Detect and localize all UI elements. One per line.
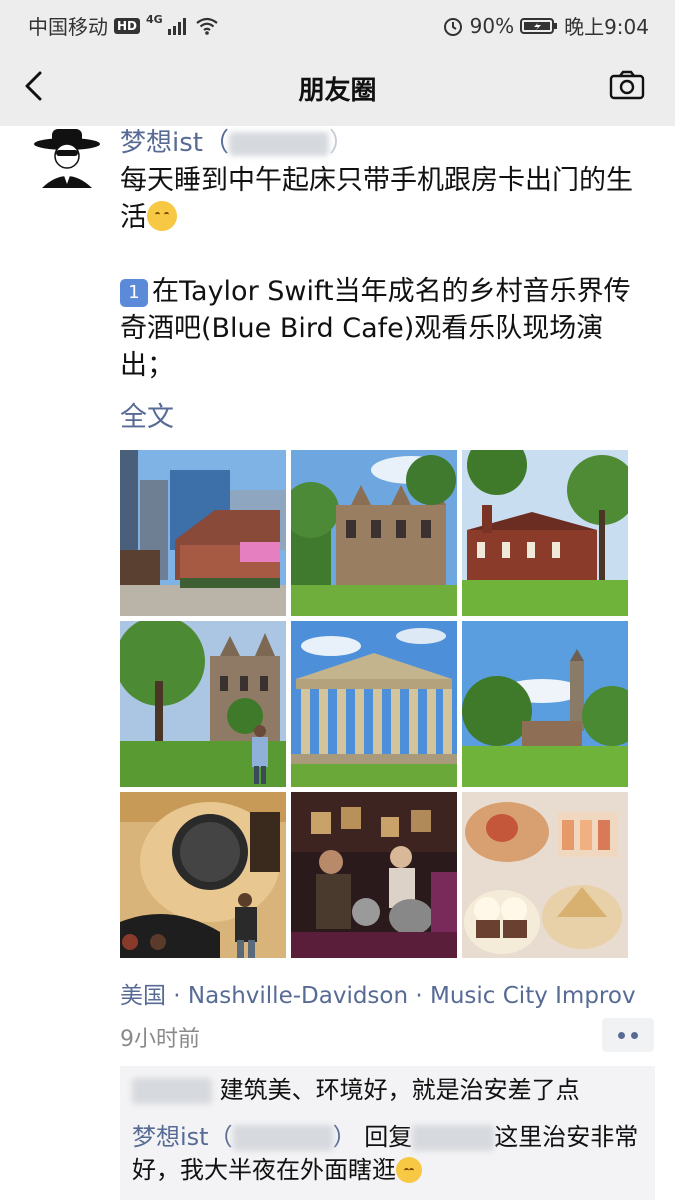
post-text: 每天睡到中午起床只带手机跟房卡出门的生活 1 在Taylor Swift当年成名的… [120, 162, 655, 384]
photo-guitar[interactable] [120, 792, 286, 958]
wifi-icon [196, 17, 218, 35]
photo-campus-tower[interactable] [462, 621, 628, 787]
smile-emoji-icon [147, 201, 177, 231]
battery-icon [520, 17, 558, 34]
reply-word: 回复 [364, 1123, 413, 1151]
clock-time: 晚上9:04 [564, 15, 649, 39]
photo-campus-person[interactable] [120, 621, 286, 787]
reply-author-paren: ） [332, 1123, 357, 1151]
photo-gothic-building[interactable] [291, 450, 457, 616]
commenter-name-redacted [132, 1078, 212, 1104]
status-bar: 中国移动 HD 4G 90% 晚上9:04 [0, 0, 675, 46]
more-dot-icon [618, 1032, 625, 1039]
number-badge: 1 [120, 279, 148, 307]
author-name[interactable]: 梦想ist（ [120, 128, 229, 158]
comment-reply-item[interactable]: 梦想ist（） 回复 这里治安非常好，我大半夜在外面瞎逛 [132, 1121, 647, 1187]
more-dot-icon [631, 1032, 638, 1039]
camera-icon[interactable] [609, 70, 645, 100]
photo-desserts[interactable] [462, 792, 628, 958]
carrier-name: 中国移动 [28, 15, 108, 39]
photo-parthenon[interactable] [291, 621, 457, 787]
photo-city-street[interactable] [120, 450, 286, 616]
author-paren-close: ） [328, 128, 355, 158]
alarm-icon [443, 17, 462, 36]
post-line-1: 每天睡到中午起床只带手机跟房卡出门的生活 [120, 165, 633, 233]
post-time: 9小时前 [120, 1027, 200, 1052]
laugh-cry-emoji-icon [396, 1157, 422, 1183]
photo-brick-hall[interactable] [462, 450, 628, 616]
avatar[interactable] [32, 126, 102, 188]
reply-author-remark-redacted [232, 1125, 333, 1151]
nav-bar: 朋友圈 [0, 46, 675, 126]
reply-author-name[interactable]: 梦想ist（ [132, 1123, 233, 1151]
page-title: 朋友圈 [298, 76, 377, 106]
signal-icon [167, 17, 186, 35]
author-remark-redacted [228, 131, 329, 156]
post-item-1: 在Taylor Swift当年成名的乡村音乐界传奇酒吧(Blue Bird Ca… [120, 276, 631, 381]
photo-grid [120, 450, 630, 958]
hd-badge: HD [114, 17, 141, 34]
battery-percent: 90% [469, 13, 515, 38]
network-type: 4G [146, 13, 163, 26]
post-author[interactable]: 梦想ist（ ） [120, 122, 355, 159]
location-link[interactable]: 美国 · Nashville-Davidson · Music City Imp… [120, 976, 636, 1010]
comment-item[interactable]: 建筑美、环境好，就是治安差了点 [132, 1074, 647, 1107]
full-text-link[interactable]: 全文 [120, 395, 174, 434]
comment-text: 建筑美、环境好，就是治安差了点 [219, 1076, 580, 1104]
photo-band-live[interactable] [291, 792, 457, 958]
comments-panel: 建筑美、环境好，就是治安差了点 梦想ist（） 回复 这里治安非常好，我大半夜在外… [120, 1066, 655, 1200]
more-options-button[interactable] [602, 1018, 654, 1052]
reply-target-redacted [412, 1125, 495, 1151]
